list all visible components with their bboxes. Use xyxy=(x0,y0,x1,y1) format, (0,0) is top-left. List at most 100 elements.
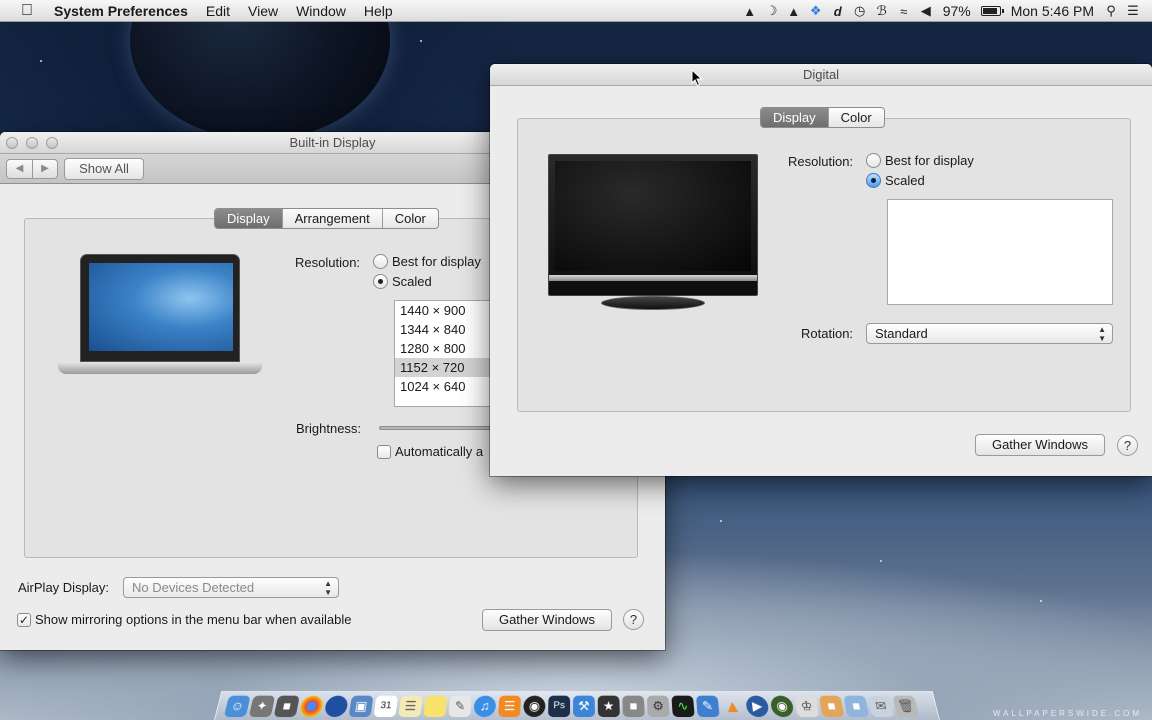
drive-icon[interactable]: ▲ xyxy=(783,4,805,19)
finder-icon[interactable]: ☺ xyxy=(223,695,251,717)
forward-arrow-icon[interactable]: ▶ xyxy=(32,159,57,178)
nav-back-forward: ◀ ▶ xyxy=(6,158,58,179)
airplay-display-select[interactable]: No Devices Detected ▲ ▼ xyxy=(123,577,339,598)
menu-view[interactable]: View xyxy=(239,3,287,19)
back-arrow-icon[interactable]: ◀ xyxy=(7,160,32,178)
utility-icon[interactable]: ⚙ xyxy=(646,695,670,717)
applications-folder-icon[interactable]: ■ xyxy=(818,695,845,717)
volume-icon[interactable]: ◀ xyxy=(915,3,937,19)
itunes-icon[interactable]: ♫ xyxy=(473,695,497,717)
trash-icon[interactable]: 🗑 xyxy=(892,695,920,717)
chrome-icon[interactable] xyxy=(298,695,325,717)
resolution-item[interactable]: 1280 × 800 xyxy=(395,339,503,358)
quicktime-icon[interactable]: ■ xyxy=(622,695,645,717)
auto-brightness-checkbox-row[interactable]: Automatically a xyxy=(377,444,483,459)
tab-color[interactable]: Color xyxy=(381,209,438,228)
digital-best-label: Best for display xyxy=(885,153,974,168)
stickies-icon[interactable] xyxy=(423,695,448,717)
spotlight-search-icon[interactable]: ⚲ xyxy=(1100,3,1122,19)
digital-scaled-option[interactable]: Scaled xyxy=(866,173,925,188)
builtin-resolution-label: Resolution: xyxy=(295,255,361,270)
digital-scaled-label: Scaled xyxy=(885,173,925,188)
documents-folder-icon[interactable]: ■ xyxy=(843,695,870,717)
minimize-button[interactable] xyxy=(26,137,38,149)
dropbox-icon[interactable]: ❖ xyxy=(805,3,827,19)
photoshop-icon[interactable]: Ps xyxy=(548,695,571,717)
final-cut-icon[interactable]: ★ xyxy=(597,695,620,717)
auto-brightness-checkbox[interactable] xyxy=(377,444,391,459)
builtin-scaled-option[interactable]: Scaled xyxy=(373,274,432,289)
mirroring-checkbox[interactable]: ✓ xyxy=(17,612,31,627)
tab-arrangement[interactable]: Arrangement xyxy=(281,209,382,228)
tab-color[interactable]: Color xyxy=(827,108,884,127)
downloads-folder-icon[interactable]: ✉ xyxy=(867,695,895,717)
builtin-best-for-display-option[interactable]: Best for display xyxy=(373,254,481,269)
builtin-window-title: Built-in Display xyxy=(289,135,376,150)
show-all-button[interactable]: Show All xyxy=(64,157,144,180)
digital-resolution-list[interactable] xyxy=(887,199,1113,305)
zoom-button[interactable] xyxy=(46,137,58,149)
tab-display[interactable]: Display xyxy=(215,209,282,228)
steam-icon[interactable]: ◉ xyxy=(769,695,795,717)
textedit-icon[interactable]: ✎ xyxy=(448,695,472,717)
digital-window-title: Digital xyxy=(802,67,840,82)
radio-button[interactable] xyxy=(373,254,388,269)
tab-display[interactable]: Display xyxy=(761,108,828,127)
app-store-icon[interactable]: ■ xyxy=(273,695,300,717)
automator-icon[interactable]: ♔ xyxy=(794,695,820,717)
battery-icon[interactable] xyxy=(980,6,1004,16)
menu-app-name[interactable]: System Preferences xyxy=(54,3,197,19)
quicktime-player-icon[interactable]: ▶ xyxy=(745,695,770,717)
wallpaper-watermark: WALLPAPERSWIDE.COM xyxy=(992,709,1142,718)
rotation-select[interactable]: Standard ▲ ▼ xyxy=(866,323,1113,344)
wallpaper-star xyxy=(880,560,882,562)
radio-button-selected[interactable] xyxy=(866,173,881,188)
pages-icon[interactable]: ✎ xyxy=(695,695,720,717)
resolution-item-selected[interactable]: 1152 × 720 xyxy=(395,358,503,377)
radio-button-selected[interactable] xyxy=(373,274,388,289)
dashlane-icon[interactable]: d xyxy=(827,4,849,19)
notification-center-icon[interactable]: ☰ xyxy=(1122,3,1144,19)
digital-best-for-display-option[interactable]: Best for display xyxy=(866,153,974,168)
rotation-label: Rotation: xyxy=(801,326,854,341)
builtin-help-button[interactable]: ? xyxy=(623,609,644,630)
digital-window-titlebar[interactable]: Digital xyxy=(490,64,1152,86)
builtin-best-label: Best for display xyxy=(392,254,481,269)
resolution-item[interactable]: 1024 × 640 xyxy=(395,377,503,396)
calendar-icon[interactable]: 31 xyxy=(373,695,399,717)
close-button[interactable] xyxy=(6,137,18,149)
digital-help-button[interactable]: ? xyxy=(1117,435,1138,456)
mirroring-option-row[interactable]: ✓ Show mirroring options in the menu bar… xyxy=(17,612,352,627)
aperture-icon[interactable]: ◉ xyxy=(523,695,546,717)
menu-window[interactable]: Window xyxy=(287,3,355,19)
wifi-icon[interactable]: ≈ xyxy=(893,4,915,19)
notes-icon[interactable]: ☰ xyxy=(398,695,423,717)
builtin-gather-windows-button[interactable]: Gather Windows xyxy=(482,609,612,631)
menu-edit[interactable]: Edit xyxy=(197,3,239,19)
radio-button[interactable] xyxy=(866,153,881,168)
dock: ☺ ✦ ■ ▣ 31 ☰ ✎ ♫ ☰ ◉ Ps ⚒ ★ ■ ⚙ ∿ ✎ ▲ ▶ … xyxy=(214,690,940,720)
apple-menu-icon[interactable]:  xyxy=(0,2,54,20)
menu-clock[interactable]: Mon 5:46 PM xyxy=(1005,3,1100,19)
resolution-item[interactable]: 1440 × 900 xyxy=(395,301,503,320)
launchpad-icon[interactable]: ✦ xyxy=(248,695,276,717)
resolution-list[interactable]: 1440 × 900 1344 × 840 1280 × 800 1152 × … xyxy=(394,300,504,407)
preview-icon[interactable]: ▣ xyxy=(348,695,374,717)
clock-icon[interactable]: ◷ xyxy=(849,3,871,19)
time-machine-icon[interactable]: ☽ xyxy=(761,3,783,19)
google-drive-icon[interactable]: ▲ xyxy=(739,4,761,19)
firefox-icon[interactable] xyxy=(323,695,350,717)
xcode-icon[interactable]: ⚒ xyxy=(573,695,595,717)
menu-help[interactable]: Help xyxy=(355,3,402,19)
resolution-item[interactable]: 1344 × 840 xyxy=(395,320,503,339)
airplay-display-value: No Devices Detected xyxy=(132,580,255,595)
activity-monitor-icon[interactable]: ∿ xyxy=(671,695,695,717)
battery-percent[interactable]: 97% xyxy=(937,3,977,19)
bluetooth-icon[interactable]: ℬ xyxy=(871,3,893,19)
digital-gather-windows-button[interactable]: Gather Windows xyxy=(975,434,1105,456)
updown-arrows-icon: ▲ ▼ xyxy=(324,579,332,597)
vlc-icon[interactable]: ▲ xyxy=(720,695,744,716)
builtin-tab-bar: Display Arrangement Color xyxy=(214,208,439,229)
wallpaper-star xyxy=(1040,600,1042,602)
ibooks-icon[interactable]: ☰ xyxy=(498,695,521,717)
